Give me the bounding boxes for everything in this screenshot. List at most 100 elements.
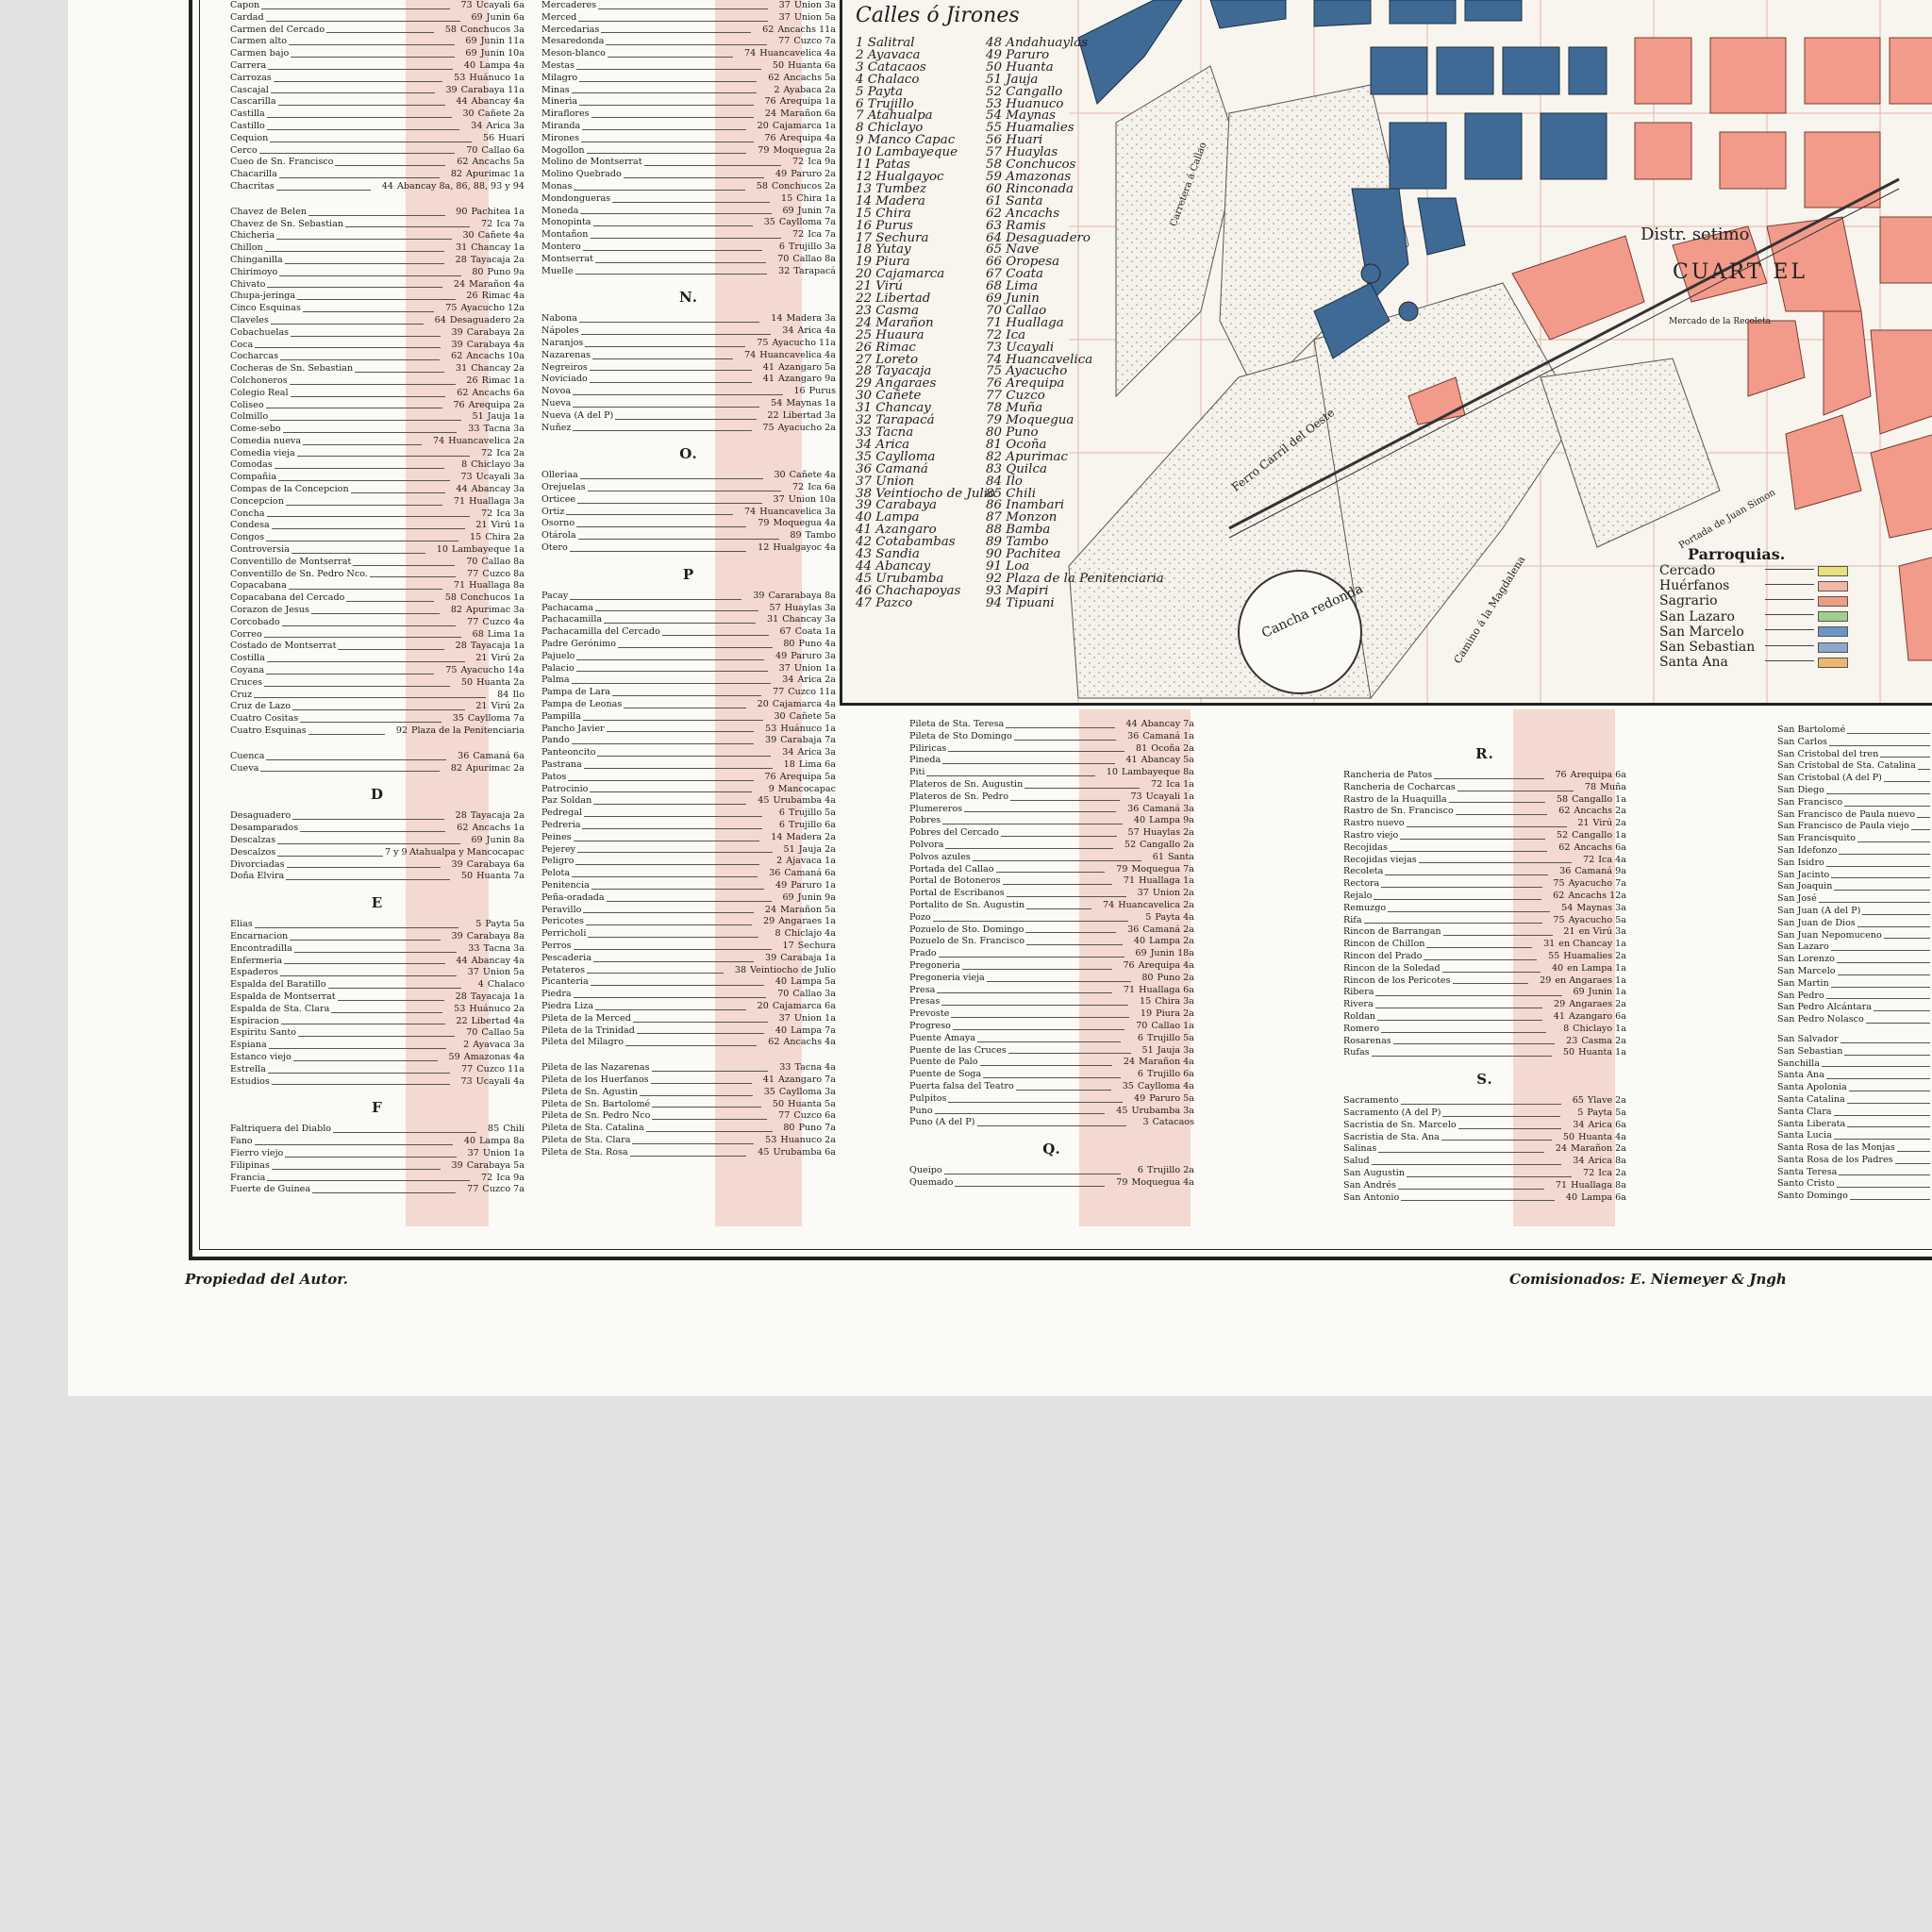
street-number: 69	[1573, 987, 1585, 998]
jiron-name: Lima 1a	[487, 628, 525, 640]
jiron-name: Huánuco 2a	[469, 1003, 525, 1014]
leader-line	[1381, 1031, 1547, 1033]
index-entry: Recoleta 36 Camaná 9a	[1343, 866, 1626, 878]
street-number: 53	[765, 723, 777, 734]
street-name: Santa Rosa de las Monjas	[1777, 1142, 1895, 1154]
street-name: Otárola	[541, 530, 576, 541]
leader-line	[278, 480, 450, 482]
jiron-name: Marañon 5a	[780, 904, 836, 915]
street-name: Negreiros	[541, 361, 588, 373]
index-entry: Rincon del Prado 55 Huamalies 2a	[1343, 951, 1626, 963]
leader-line	[1442, 935, 1553, 937]
leader-line	[267, 287, 443, 289]
street-name: Polvora	[909, 839, 944, 850]
index-entry: Compañia 73 Ucayali 3a	[230, 472, 525, 484]
street-number: 92	[395, 725, 408, 737]
street-name: Fano	[230, 1136, 253, 1147]
street-name: Pando	[541, 735, 570, 746]
index-entry: Mercaderes 37 Union 3a	[541, 0, 836, 12]
parroquia-color-swatch	[1818, 580, 1848, 591]
street-name: San José	[1777, 893, 1817, 905]
index-section: Mercaderes 37 Union 3a Merced 37 Union 5a Merc…	[541, 0, 836, 277]
parroquia-item: San Marcelo	[1659, 625, 1848, 640]
street-number: 72	[792, 157, 805, 168]
jiron-name: Union 10a	[788, 493, 836, 505]
jiron-name: Cuzco 4a	[482, 616, 525, 627]
street-number: 7 y 9	[384, 846, 408, 858]
jiron-name: Callao 3a	[792, 989, 836, 1000]
leader-line	[1397, 1188, 1545, 1190]
leader-line	[589, 370, 753, 372]
street-name: Mestas	[541, 59, 575, 71]
street-number: 35	[452, 713, 464, 724]
street-number: 74	[433, 435, 445, 446]
street-name: Santa Liberata	[1777, 1118, 1846, 1129]
street-name: Copacabana del Cercado	[230, 592, 345, 604]
index-entry: Montañon 72 Ica 7a	[541, 229, 836, 242]
street-name: Corcobado	[230, 616, 280, 627]
jiron-name: Libertad 3a	[782, 409, 836, 421]
leader-line	[580, 333, 772, 335]
street-name: Carrera	[230, 59, 267, 71]
jiron-name: Amazonas 4a	[463, 1051, 525, 1062]
leader-line	[576, 526, 747, 528]
leader-line	[1836, 1187, 1930, 1189]
street-number: 50	[772, 1098, 785, 1109]
index-entry: San Idefonzo	[1777, 845, 1932, 858]
street-number: 22	[456, 1015, 468, 1026]
street-number: 6	[778, 808, 785, 819]
leader-line	[612, 201, 771, 203]
leader-line	[1418, 862, 1573, 864]
leader-line	[266, 661, 465, 663]
leader-line	[586, 153, 747, 155]
index-entry: Portal de Botoneros 71 Huallaga 1a	[909, 875, 1194, 888]
street-number: 39	[451, 339, 463, 350]
leader-line	[571, 743, 755, 745]
index-entry: Copacabana del Cercado 58 Conchucos 1a	[230, 592, 525, 605]
street-name: San Salvador	[1777, 1033, 1839, 1044]
street-name: Rifa	[1343, 914, 1362, 925]
street-number: 41	[762, 1074, 775, 1085]
jiron-name: Cangallo 1a	[1572, 793, 1626, 805]
index-entry: Santa Catalina	[1777, 1094, 1932, 1107]
jiron-name: Desaguadero 2a	[449, 314, 525, 325]
index-entry: Espiritu Santo 70 Callao 5a	[230, 1027, 525, 1040]
jiron-name: Libertad 4a	[471, 1015, 525, 1026]
index-entry: Monopinta 35 Caylloma 7a	[541, 217, 836, 229]
index-entry: Faltriquera del Diablo 85 Chili	[230, 1124, 525, 1136]
jiron-name: Maynas 1a	[786, 397, 836, 408]
street-name: Carrozas	[230, 72, 272, 83]
index-entry: Santo Cristo	[1777, 1178, 1932, 1191]
index-entry: Pancho Javier 53 Huánuco 1a	[541, 724, 836, 736]
street-name: Mogollon	[541, 144, 585, 156]
section-letter: E	[371, 894, 384, 912]
leader-line	[1378, 1152, 1545, 1154]
leader-line	[594, 261, 767, 263]
street-number: 49	[775, 169, 788, 180]
street-number: 71	[453, 495, 466, 507]
leader-line	[961, 968, 1112, 970]
street-number: 30	[774, 470, 786, 481]
leader-line	[288, 589, 443, 591]
jiron-name: Puno 2a	[1157, 972, 1194, 983]
street-name: Quemado	[909, 1176, 954, 1188]
street-name: San Cristobal (A del P)	[1777, 773, 1882, 784]
street-name: San Francisco de Paula nuevo	[1777, 808, 1916, 820]
leader-line	[1844, 805, 1930, 807]
section-letter: S.	[1476, 1071, 1493, 1089]
street-number: 70	[466, 144, 478, 156]
street-name: Puerta falsa del Teatro	[909, 1080, 1014, 1091]
street-number: 37	[467, 1147, 479, 1158]
jiron-name: Ucayali 4a	[475, 1075, 525, 1087]
leader-line	[582, 128, 746, 130]
leader-line	[1917, 769, 1930, 771]
index-entry: Moneda 69 Junin 7a	[541, 206, 836, 218]
street-number: 75	[1553, 878, 1565, 890]
jiron-name: Jauja 1a	[487, 411, 525, 423]
street-number: 37	[1137, 888, 1149, 899]
street-number: 33	[779, 1062, 791, 1074]
jiron-name: Cuzco 8a	[482, 568, 525, 579]
index-entry: Rastro de Sn. Francisco 62 Ancachs 2a	[1343, 806, 1626, 818]
leader-line	[335, 165, 446, 167]
index-entry: Santa Teresa	[1777, 1167, 1932, 1179]
